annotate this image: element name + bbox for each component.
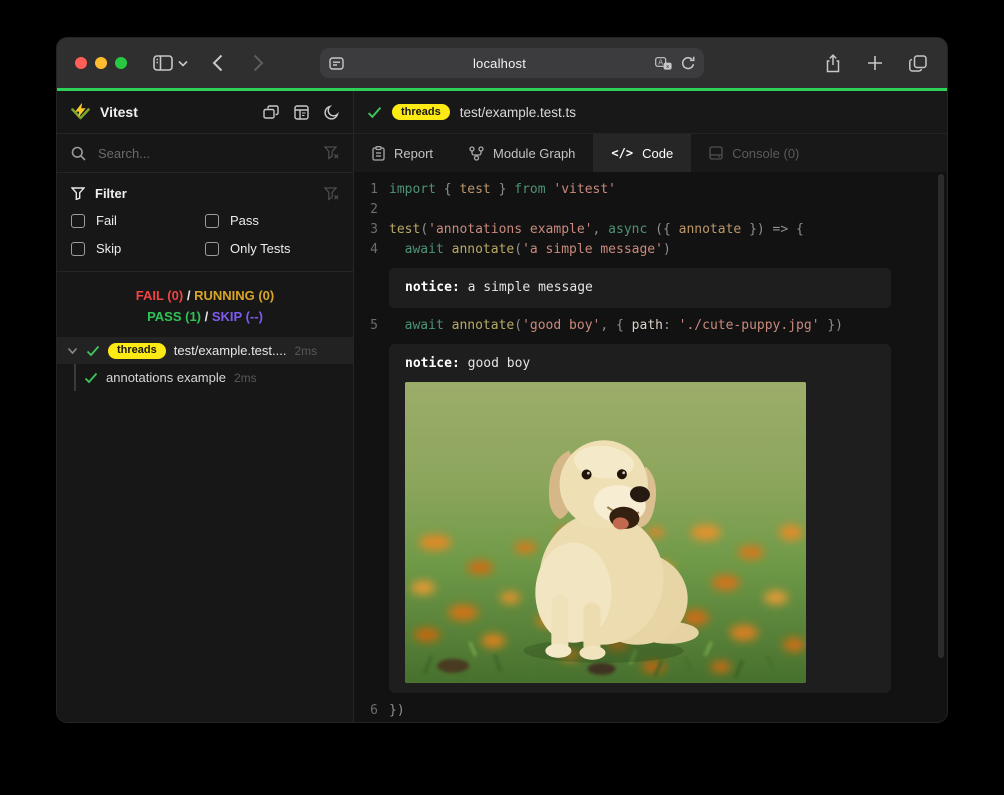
notice-label: notice: xyxy=(405,356,460,371)
editor-scrollbar[interactable] xyxy=(938,174,944,658)
skip-count: SKIP (--) xyxy=(212,309,263,324)
annotation-notice: notice: good boy xyxy=(389,344,891,693)
pass-checkbox[interactable] xyxy=(205,214,219,228)
browser-titlebar: localhost A x xyxy=(57,38,947,88)
pass-check-icon xyxy=(367,106,382,119)
code-line: 3 test('annotations example', async ({ an… xyxy=(360,220,947,240)
translate-icon[interactable]: A x xyxy=(655,57,672,70)
line-number: 2 xyxy=(360,200,378,220)
code-line: 2 xyxy=(360,200,947,220)
console-icon xyxy=(709,146,723,160)
tab-console[interactable]: Console (0) xyxy=(691,134,817,172)
code-text: import { test } from 'vitest' xyxy=(389,180,616,200)
clear-search-filter-icon[interactable] xyxy=(324,146,339,160)
dark-mode-moon-icon[interactable] xyxy=(324,105,339,120)
notice-label: notice: xyxy=(405,280,460,295)
browser-window: localhost A x xyxy=(57,38,947,722)
dashboard-icon[interactable] xyxy=(294,105,309,120)
report-icon xyxy=(372,146,385,161)
only-tests-checkbox[interactable] xyxy=(205,242,219,256)
address-bar[interactable]: localhost A x xyxy=(320,48,704,78)
forward-button[interactable] xyxy=(253,54,264,72)
skip-checkbox[interactable] xyxy=(71,242,85,256)
code-line: 5 await annotate('good boy', { path: './… xyxy=(360,316,947,336)
test-file-duration: 2ms xyxy=(294,344,317,358)
code-line: 1 import { test } from 'vitest' xyxy=(360,180,947,200)
stacked-windows-icon[interactable] xyxy=(263,105,279,119)
pool-badge: threads xyxy=(108,343,166,359)
zoom-window-button[interactable] xyxy=(115,57,127,69)
filter-checkbox-only-tests[interactable]: Only Tests xyxy=(205,241,339,256)
window-controls xyxy=(75,57,127,69)
line-number: 6 xyxy=(360,701,378,721)
svg-text:A: A xyxy=(658,58,663,66)
vitest-logo-icon xyxy=(71,103,90,122)
minimize-window-button[interactable] xyxy=(95,57,107,69)
tab-report[interactable]: Report xyxy=(354,134,451,172)
line-number: 5 xyxy=(360,316,378,336)
close-window-button[interactable] xyxy=(75,57,87,69)
running-count: RUNNING (0) xyxy=(194,288,274,303)
back-button[interactable] xyxy=(212,54,223,72)
line-number: 3 xyxy=(360,220,378,240)
search-input[interactable] xyxy=(96,145,314,162)
sidebar-toggle-icon[interactable] xyxy=(153,55,173,71)
fail-count: FAIL (0) xyxy=(136,288,183,303)
code-line: 4 await annotate('a simple message') xyxy=(360,240,947,260)
new-tab-icon[interactable] xyxy=(867,55,883,71)
pool-badge: threads xyxy=(392,104,450,120)
puppy-photo xyxy=(405,382,806,683)
code-text: }) xyxy=(389,701,405,721)
code-text: test('annotations example', async ({ ann… xyxy=(389,220,804,240)
annotation-notice: notice: a simple message xyxy=(389,268,891,308)
page-settings-icon[interactable] xyxy=(329,57,344,70)
test-file-row[interactable]: threads test/example.test.... 2ms xyxy=(57,337,353,364)
line-number: 7 xyxy=(360,721,378,722)
line-number: 4 xyxy=(360,240,378,260)
test-case-name: annotations example xyxy=(106,370,226,385)
test-file-name: test/example.test.... xyxy=(174,343,287,358)
notice-message: good boy xyxy=(460,356,530,371)
chevron-down-icon[interactable] xyxy=(67,347,78,355)
pass-count: PASS (1) xyxy=(147,309,201,324)
code-icon: </> xyxy=(611,146,633,160)
line-number: 1 xyxy=(360,180,378,200)
pass-check-icon xyxy=(84,372,98,384)
code-line: 6}) xyxy=(360,701,947,721)
tree-guide-line xyxy=(74,364,76,391)
search-icon xyxy=(71,146,86,161)
clear-filters-icon[interactable] xyxy=(324,187,339,201)
reload-icon[interactable] xyxy=(681,56,695,71)
open-file-name: test/example.test.ts xyxy=(460,105,576,120)
test-run-summary: FAIL (0) / RUNNING (0) PASS (1) / SKIP (… xyxy=(57,272,353,337)
filter-checkbox-fail[interactable]: Fail xyxy=(71,213,205,228)
vitest-sidebar: Vitest xyxy=(57,91,354,722)
fail-checkbox[interactable] xyxy=(71,214,85,228)
view-tabs: Report Module Graph </> Code xyxy=(354,134,947,172)
app-title: Vitest xyxy=(100,104,253,120)
main-panel: threads test/example.test.ts Report xyxy=(354,91,947,722)
code-content: 1 import { test } from 'vitest' 23 test('an… xyxy=(360,180,947,722)
tab-code[interactable]: </> Code xyxy=(593,134,691,172)
code-editor[interactable]: 1 import { test } from 'vitest' 23 test('an… xyxy=(354,172,947,722)
code-line: 7 xyxy=(360,721,947,722)
code-text: await annotate('a simple message') xyxy=(389,240,671,260)
pass-check-icon xyxy=(86,345,100,357)
test-case-row[interactable]: annotations example 2ms xyxy=(57,364,353,391)
tab-module-graph[interactable]: Module Graph xyxy=(451,134,593,172)
share-icon[interactable] xyxy=(825,54,841,73)
tab-overview-icon[interactable] xyxy=(909,55,927,72)
filter-checkbox-pass[interactable]: Pass xyxy=(205,213,339,228)
module-graph-icon xyxy=(469,146,484,161)
url-host: localhost xyxy=(344,56,655,71)
notice-message: a simple message xyxy=(460,280,593,295)
chevron-down-icon[interactable] xyxy=(178,60,188,67)
code-text: await annotate('good boy', { path: './cu… xyxy=(389,316,843,336)
filter-icon xyxy=(71,187,85,200)
test-case-duration: 2ms xyxy=(234,371,257,385)
filter-label: Filter xyxy=(95,186,127,201)
filter-checkbox-skip[interactable]: Skip xyxy=(71,241,205,256)
